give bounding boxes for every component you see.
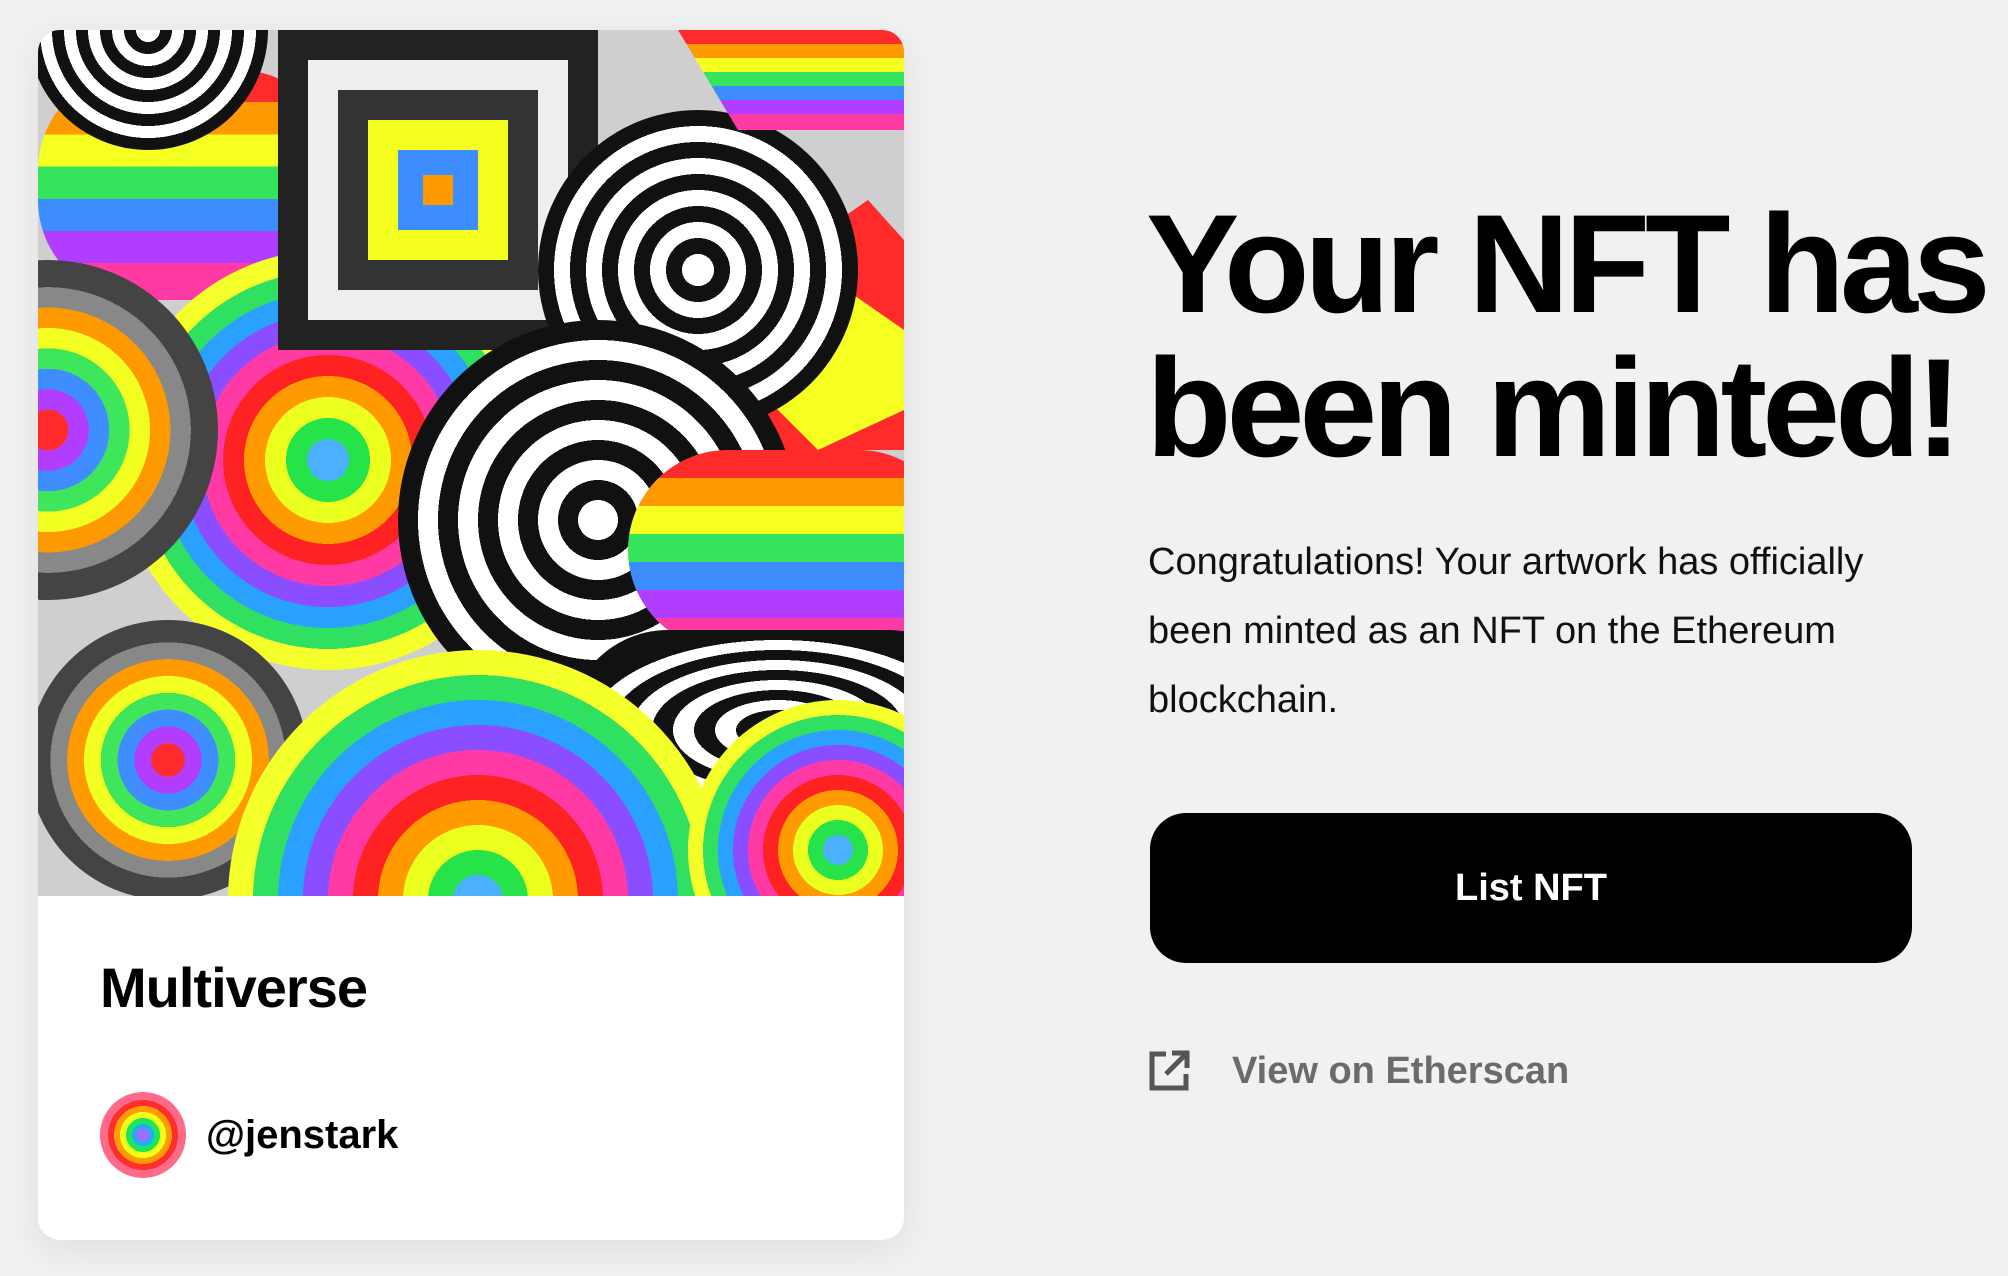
view-on-etherscan-link[interactable]: View on Etherscan	[1146, 1048, 1569, 1094]
nft-card: Multiverse @jenstark	[38, 30, 904, 1240]
mint-confirmation-text: Congratulations! Your artwork has offici…	[1148, 541, 1864, 721]
external-link-icon	[1146, 1048, 1192, 1094]
creator-info[interactable]: @jenstark	[100, 1092, 398, 1178]
creator-avatar[interactable]	[100, 1092, 186, 1178]
list-nft-button[interactable]: List NFT	[1150, 813, 1912, 963]
etherscan-link-label[interactable]: View on Etherscan	[1232, 1050, 1569, 1093]
nft-title: Multiverse	[100, 956, 368, 1019]
page-title: Your NFT has been minted!	[1146, 185, 1991, 486]
creator-handle[interactable]: @jenstark	[206, 1113, 398, 1158]
nft-artwork-image	[38, 30, 904, 896]
